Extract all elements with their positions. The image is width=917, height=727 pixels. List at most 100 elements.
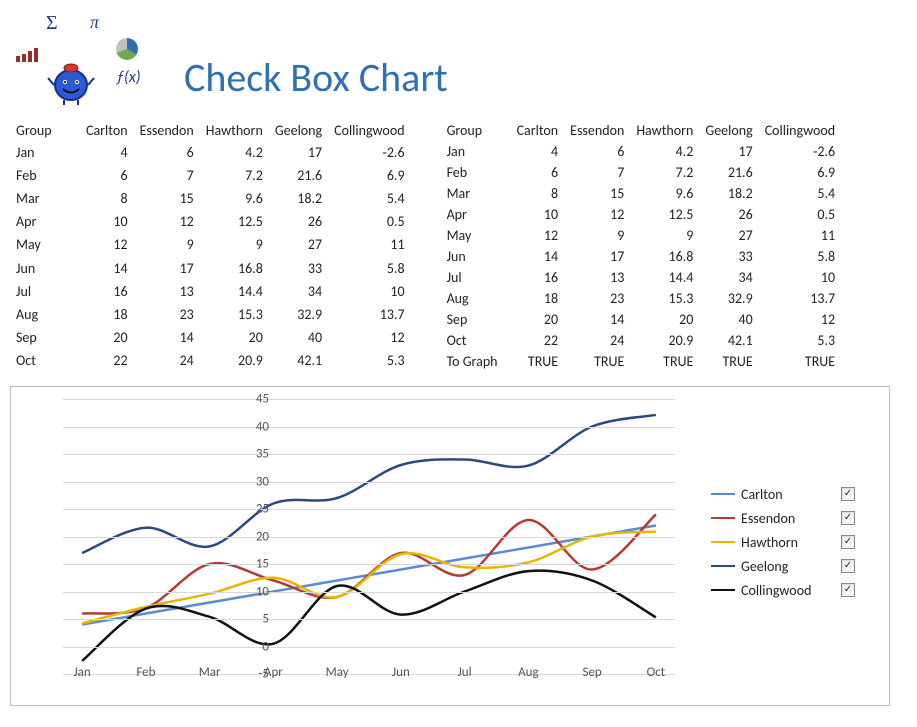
table-cell: Mar xyxy=(10,187,80,210)
table-cell: 13.7 xyxy=(759,288,841,309)
table-cell: 32.9 xyxy=(699,288,758,309)
y-tick-label: 40 xyxy=(235,419,269,434)
table-cell: 26 xyxy=(699,204,758,225)
table-cell: 12.5 xyxy=(200,210,269,233)
legend-row: Essendon✓ xyxy=(711,506,855,530)
table-cell: 7.2 xyxy=(630,162,699,183)
table-cell: 33 xyxy=(269,256,328,279)
y-tick-label: 45 xyxy=(235,392,269,407)
table-cell: 15 xyxy=(564,183,630,204)
to-graph-value: TRUE xyxy=(630,351,699,372)
table-cell: 9 xyxy=(134,233,200,256)
gridline xyxy=(63,564,675,565)
table-cell: 40 xyxy=(699,309,758,330)
series-checkbox[interactable]: ✓ xyxy=(841,559,855,573)
y-tick-label: 30 xyxy=(235,474,269,489)
series-checkbox[interactable]: ✓ xyxy=(841,487,855,501)
legend-label: Geelong xyxy=(741,558,841,575)
table-cell: 17 xyxy=(134,256,200,279)
col-header: Carlton xyxy=(80,120,134,141)
table-cell: 14 xyxy=(80,256,134,279)
legend-row: Geelong✓ xyxy=(711,554,855,578)
table-cell: 9.6 xyxy=(630,183,699,204)
table-cell: 14 xyxy=(134,326,200,349)
gridline xyxy=(63,399,675,400)
table-row: Jun141716.8335.8 xyxy=(10,256,411,279)
table-cell: 4 xyxy=(511,141,565,162)
table-cell: 10 xyxy=(328,280,410,303)
table-cell: Jun xyxy=(10,256,80,279)
table-cell: May xyxy=(10,233,80,256)
table-cell: 11 xyxy=(759,225,841,246)
table-cell: 18 xyxy=(80,303,134,326)
table-row: Jul161314.43410 xyxy=(10,280,411,303)
table-row: Jan464.217-2.6 xyxy=(10,141,411,164)
gridline xyxy=(63,509,675,510)
table-cell: Oct xyxy=(441,330,511,351)
table-cell: 16 xyxy=(511,267,565,288)
legend-label: Carlton xyxy=(741,486,841,503)
to-graph-label: To Graph xyxy=(441,351,511,372)
table-cell: 5.3 xyxy=(328,349,410,372)
table-row: Sep2014204012 xyxy=(441,309,842,330)
col-header: Group xyxy=(441,120,511,141)
table-cell: 8 xyxy=(511,183,565,204)
table-cell: Apr xyxy=(10,210,80,233)
table-cell: Sep xyxy=(10,326,80,349)
to-graph-value: TRUE xyxy=(564,351,630,372)
legend-row: Collingwood✓ xyxy=(711,578,855,602)
mr-happy-icon xyxy=(46,58,96,106)
table-cell: 17 xyxy=(564,246,630,267)
legend-swatch-icon xyxy=(711,517,735,519)
table-cell: Mar xyxy=(441,183,511,204)
fx-icon: ƒ(x) xyxy=(116,68,141,87)
col-header: Geelong xyxy=(269,120,328,141)
table-cell: 12.5 xyxy=(630,204,699,225)
page-title: Check Box Chart xyxy=(184,53,448,102)
table-cell: Oct xyxy=(10,349,80,372)
table-cell: 4 xyxy=(80,141,134,164)
table-cell: -2.6 xyxy=(328,141,410,164)
x-tick-label: May xyxy=(326,665,349,680)
table-row: Mar8159.618.25.4 xyxy=(10,187,411,210)
series-checkbox[interactable]: ✓ xyxy=(841,511,855,525)
gridline xyxy=(63,537,675,538)
y-tick-label: 20 xyxy=(235,529,269,544)
col-header: Essendon xyxy=(564,120,630,141)
table-cell: 42.1 xyxy=(269,349,328,372)
table-cell: Jul xyxy=(441,267,511,288)
table-cell: 9 xyxy=(200,233,269,256)
to-graph-row: To GraphTRUETRUETRUETRUETRUE xyxy=(441,351,842,372)
table-cell: 6.9 xyxy=(328,164,410,187)
table-cell: Aug xyxy=(441,288,511,309)
chart: Carlton✓Essendon✓Hawthorn✓Geelong✓Collin… xyxy=(10,386,890,706)
series-geelong xyxy=(82,415,656,553)
table-cell: 16 xyxy=(80,280,134,303)
table-cell: 23 xyxy=(564,288,630,309)
table-cell: 24 xyxy=(134,349,200,372)
x-tick-label: Apr xyxy=(264,665,283,680)
table-cell: 32.9 xyxy=(269,303,328,326)
series-checkbox[interactable]: ✓ xyxy=(841,535,855,549)
table-row: May12992711 xyxy=(441,225,842,246)
table-row: Oct222420.942.15.3 xyxy=(10,349,411,372)
table-cell: Feb xyxy=(10,164,80,187)
legend-label: Hawthorn xyxy=(741,534,841,551)
table-row: Feb677.221.66.9 xyxy=(441,162,842,183)
table-cell: Apr xyxy=(441,204,511,225)
table-cell: 20 xyxy=(630,309,699,330)
table-cell: 14 xyxy=(564,309,630,330)
table-cell: 6 xyxy=(564,141,630,162)
table-cell: 20 xyxy=(80,326,134,349)
sigma-icon: Σ xyxy=(46,12,58,35)
table-cell: 13 xyxy=(564,267,630,288)
table-cell: 17 xyxy=(699,141,758,162)
x-tick-label: Mar xyxy=(199,665,221,680)
table-cell: 15 xyxy=(134,187,200,210)
table-cell: 0.5 xyxy=(328,210,410,233)
table-cell: 33 xyxy=(699,246,758,267)
table-cell: Sep xyxy=(441,309,511,330)
series-checkbox[interactable]: ✓ xyxy=(841,583,855,597)
table-cell: May xyxy=(441,225,511,246)
x-tick-label: Feb xyxy=(136,665,155,680)
